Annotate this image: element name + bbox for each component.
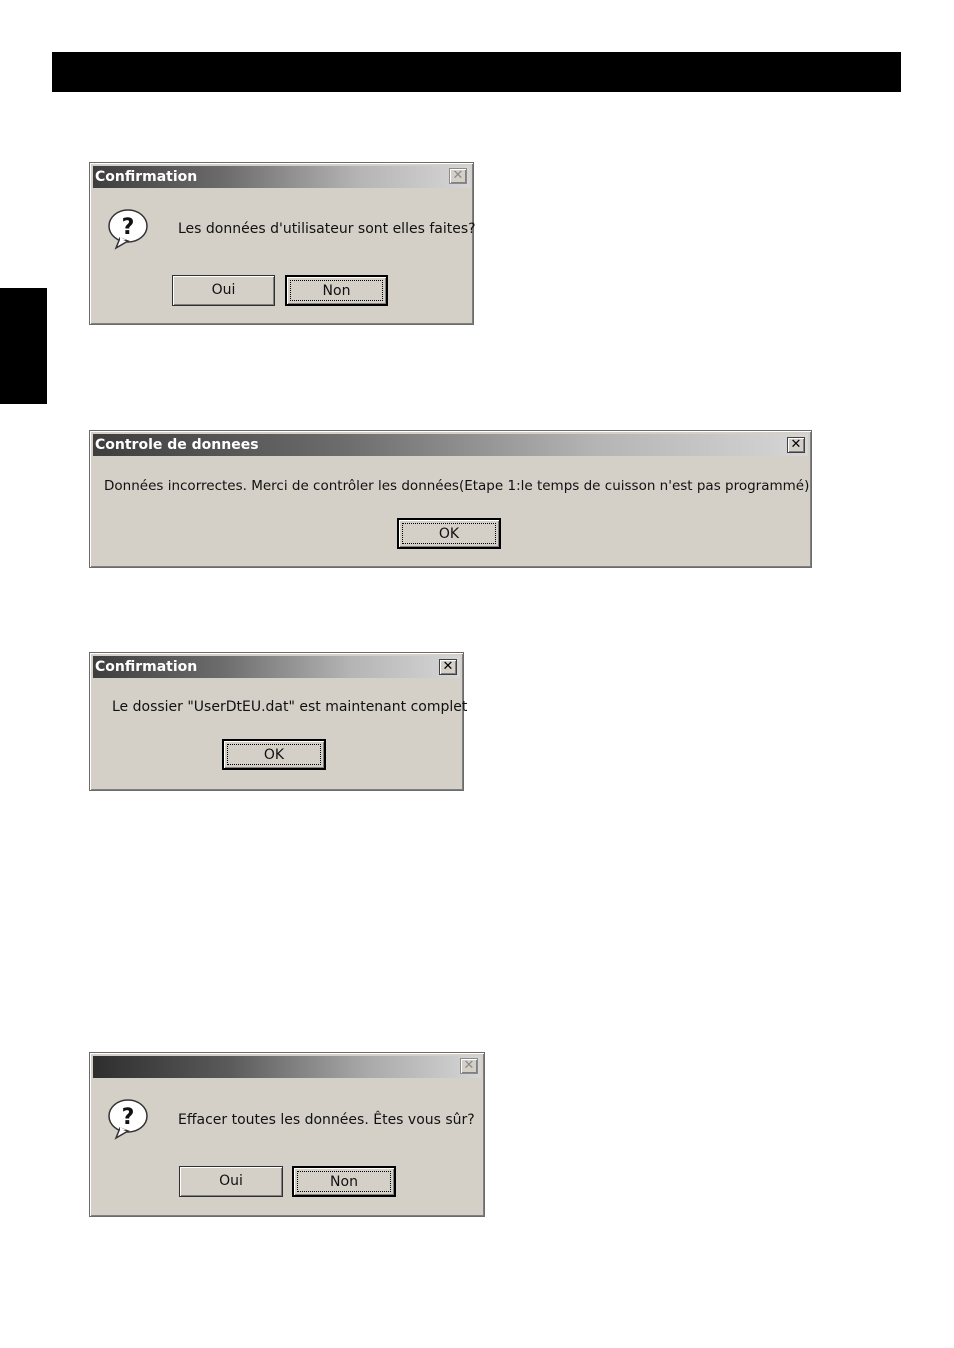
data-check-dialog: Controle de donnees ✕ Données incorrecte… <box>89 430 812 568</box>
close-icon: ✕ <box>442 659 454 674</box>
button-label: Non <box>322 283 351 299</box>
button-label: Non <box>330 1174 358 1190</box>
close-button[interactable]: ✕ <box>449 168 467 184</box>
ok-button[interactable]: OK <box>222 739 326 770</box>
oui-button[interactable]: Oui <box>179 1166 283 1197</box>
page-header-bar <box>52 52 901 92</box>
close-button[interactable]: ✕ <box>460 1058 478 1074</box>
question-icon: ? <box>108 209 148 250</box>
button-label: OK <box>263 747 285 763</box>
close-icon: ✕ <box>463 1058 475 1073</box>
dialog-title: Controle de donnees <box>95 437 259 453</box>
close-icon: ✕ <box>452 168 464 183</box>
oui-button[interactable]: Oui <box>172 275 275 306</box>
dialog-title: Confirmation <box>95 659 198 675</box>
close-icon: ✕ <box>790 437 802 452</box>
close-button[interactable]: ✕ <box>787 437 805 453</box>
svg-text:?: ? <box>122 1105 135 1130</box>
non-button[interactable]: Non <box>292 1166 396 1197</box>
dialog-message: Effacer toutes les données. Êtes vous sû… <box>178 1112 475 1128</box>
close-button[interactable]: ✕ <box>439 659 457 675</box>
button-label: Oui <box>211 282 236 298</box>
non-button[interactable]: Non <box>285 275 388 306</box>
question-icon: ? <box>108 1099 148 1140</box>
delete-all-data-dialog: ✕ ? Effacer toutes les données. Êtes vou… <box>89 1052 485 1217</box>
dialog-titlebar[interactable]: ✕ <box>93 1056 481 1078</box>
confirmation-dialog-user-data: Confirmation ✕ ? Les données d'utilisate… <box>89 162 476 325</box>
dialog-title: Confirmation <box>95 169 198 185</box>
ok-button[interactable]: OK <box>397 518 501 549</box>
dialog-message: Les données d'utilisateur sont elles fai… <box>178 221 476 237</box>
dialog-titlebar[interactable]: Controle de donnees ✕ <box>93 434 808 456</box>
file-complete-dialog: Confirmation ✕ Le dossier "UserDtEU.dat"… <box>89 652 468 791</box>
dialog-message: Le dossier "UserDtEU.dat" est maintenant… <box>112 699 468 715</box>
dialog-titlebar[interactable]: Confirmation ✕ <box>93 656 460 678</box>
dialog-titlebar[interactable]: Confirmation ✕ <box>93 166 470 188</box>
page-side-tab <box>0 288 47 404</box>
button-label: Oui <box>219 1173 243 1189</box>
dialog-message: Données incorrectes. Merci de contrôler … <box>104 478 810 494</box>
button-label: OK <box>438 526 460 542</box>
svg-text:?: ? <box>122 215 135 240</box>
